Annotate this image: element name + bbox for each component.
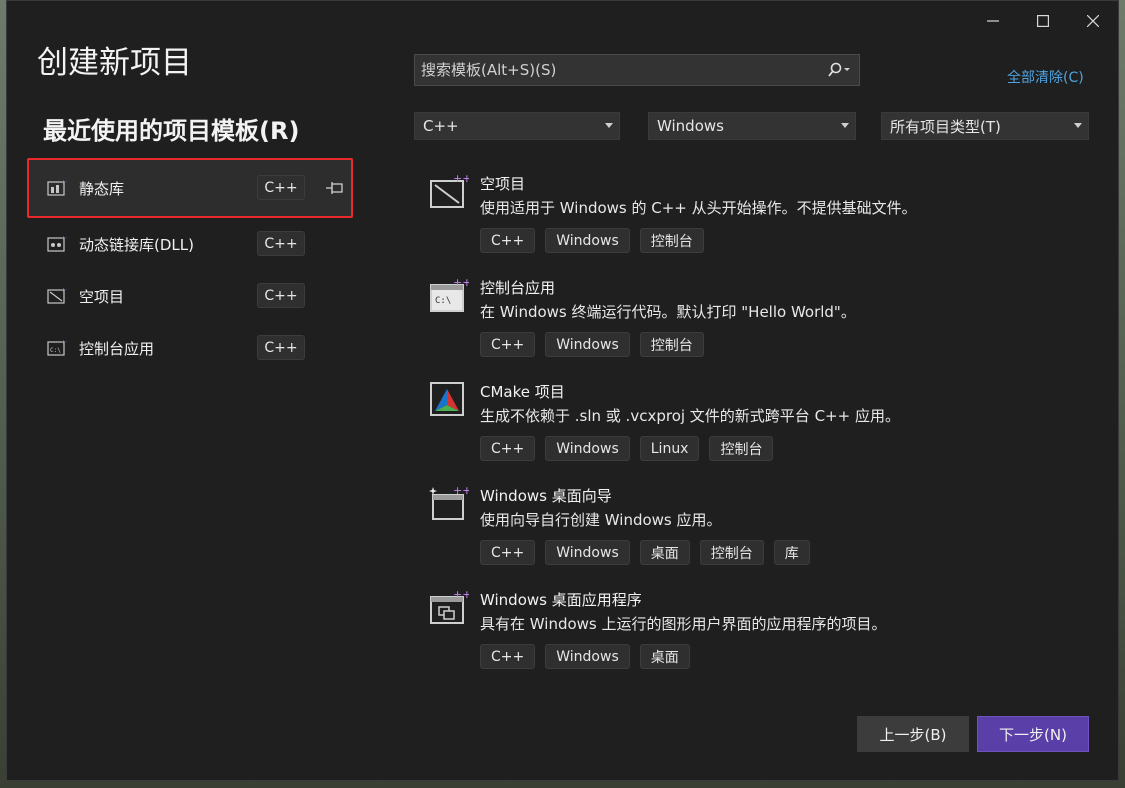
template-tag: C++ bbox=[480, 228, 536, 253]
template-description: 在 Windows 终端运行代码。默认打印 "Hello World"。 bbox=[480, 303, 856, 321]
svg-text:++: ++ bbox=[61, 339, 67, 346]
svg-text:++: ++ bbox=[453, 485, 469, 497]
search-icon[interactable] bbox=[819, 55, 859, 85]
template-description: 使用适用于 Windows 的 C++ 从头开始操作。不提供基础文件。 bbox=[480, 199, 917, 217]
svg-text:++: ++ bbox=[61, 235, 67, 242]
recent-item-label: 空项目 bbox=[79, 287, 125, 306]
project-type-filter-value: 所有项目类型(T) bbox=[890, 117, 1001, 136]
template-name: Windows 桌面应用程序 bbox=[480, 591, 642, 609]
cmake-icon bbox=[429, 381, 469, 417]
template-tags: C++ Windows 控制台 bbox=[480, 332, 704, 357]
template-name: 控制台应用 bbox=[480, 279, 556, 297]
template-tag: 桌面 bbox=[639, 540, 690, 565]
platform-filter-dropdown[interactable]: Windows bbox=[648, 112, 856, 140]
svg-text:++: ++ bbox=[61, 287, 67, 294]
chevron-down-icon bbox=[605, 123, 613, 128]
template-name: Windows 桌面向导 bbox=[480, 487, 612, 505]
template-tags: C++ Windows 桌面 bbox=[480, 644, 690, 669]
template-tag: 桌面 bbox=[639, 644, 690, 669]
template-name: 空项目 bbox=[480, 175, 526, 193]
close-icon[interactable] bbox=[1068, 1, 1118, 41]
console-app-icon: C:\++ bbox=[47, 338, 67, 358]
template-cmake-project[interactable]: CMake 项目 生成不依赖于 .sln 或 .vcxproj 文件的新式跨平台… bbox=[427, 377, 1107, 481]
dll-icon: ++ bbox=[47, 234, 67, 254]
template-tag: Windows bbox=[545, 228, 630, 253]
template-tag: Windows bbox=[545, 540, 630, 565]
empty-project-icon: ++ bbox=[47, 286, 67, 306]
template-tags: C++ Windows 控制台 bbox=[480, 228, 704, 253]
pin-icon[interactable] bbox=[325, 179, 345, 197]
template-tag: 控制台 bbox=[639, 332, 704, 357]
search-input[interactable] bbox=[415, 61, 819, 79]
platform-filter-value: Windows bbox=[657, 117, 724, 135]
template-tag: C++ bbox=[480, 644, 536, 669]
template-tag: Windows bbox=[545, 644, 630, 669]
desktop-app-icon: ++ bbox=[429, 588, 471, 625]
template-name: CMake 项目 bbox=[480, 383, 565, 401]
chevron-down-icon bbox=[841, 123, 849, 128]
desktop-wizard-icon: ++ bbox=[429, 484, 471, 521]
template-tag: 控制台 bbox=[639, 228, 704, 253]
recent-item-label: 控制台应用 bbox=[79, 339, 155, 358]
template-description: 使用向导自行创建 Windows 应用。 bbox=[480, 511, 722, 529]
template-desktop-wizard[interactable]: ++ Windows 桌面向导 使用向导自行创建 Windows 应用。 C++… bbox=[427, 481, 1107, 585]
template-tag: Windows bbox=[545, 332, 630, 357]
svg-text:C:\: C:\ bbox=[50, 347, 61, 354]
language-tag: C++ bbox=[257, 175, 305, 200]
template-empty-project[interactable]: ++ 空项目 使用适用于 Windows 的 C++ 从头开始操作。不提供基础文… bbox=[427, 169, 1107, 273]
template-search-box[interactable] bbox=[414, 54, 860, 86]
recent-item-label: 静态库 bbox=[79, 179, 125, 198]
template-tag: 库 bbox=[773, 540, 810, 565]
empty-project-icon: ++ bbox=[429, 172, 471, 209]
template-tag: C++ bbox=[480, 332, 536, 357]
template-tag: C++ bbox=[480, 540, 536, 565]
svg-text:C:\: C:\ bbox=[435, 296, 451, 306]
template-tags: C++ Windows Linux 控制台 bbox=[480, 436, 774, 461]
template-console-app[interactable]: C:\ ++ 控制台应用 在 Windows 终端运行代码。默认打印 "Hello… bbox=[427, 273, 1107, 377]
previous-button[interactable]: 上一步(B) bbox=[857, 716, 969, 752]
template-list: ++ 空项目 使用适用于 Windows 的 C++ 从头开始操作。不提供基础文… bbox=[427, 169, 1107, 689]
template-tag: 控制台 bbox=[709, 436, 774, 461]
svg-text:++: ++ bbox=[61, 179, 67, 186]
language-tag: C++ bbox=[257, 231, 305, 256]
template-description: 生成不依赖于 .sln 或 .vcxproj 文件的新式跨平台 C++ 应用。 bbox=[480, 407, 900, 425]
recent-item-console-app[interactable]: C:\++ 控制台应用 C++ bbox=[29, 322, 353, 374]
next-button[interactable]: 下一步(N) bbox=[977, 716, 1089, 752]
recent-item-static-library[interactable]: ++ 静态库 C++ bbox=[27, 158, 353, 218]
clear-all-link[interactable]: 全部清除(C) bbox=[1007, 67, 1084, 87]
template-tag: 控制台 bbox=[699, 540, 764, 565]
recent-item-label: 动态链接库(DLL) bbox=[79, 235, 194, 254]
chevron-down-icon bbox=[1074, 123, 1082, 128]
maximize-icon[interactable] bbox=[1018, 1, 1068, 41]
language-tag: C++ bbox=[257, 283, 305, 308]
recent-templates-heading: 最近使用的项目模板(R) bbox=[43, 117, 300, 145]
recent-templates-list: ++ 静态库 C++ ++ 动态链接库(DLL) C++ ++ 空项目 C++ … bbox=[27, 158, 353, 374]
create-project-window: 创建新项目 最近使用的项目模板(R) ++ 静态库 C++ ++ 动态链接库(D… bbox=[6, 0, 1119, 781]
minimize-icon[interactable] bbox=[968, 1, 1018, 41]
language-filter-value: C++ bbox=[423, 117, 459, 135]
language-tag: C++ bbox=[257, 335, 305, 360]
console-app-icon: C:\++ bbox=[429, 276, 471, 313]
template-tags: C++ Windows 桌面 控制台 库 bbox=[480, 540, 810, 565]
recent-item-empty-project[interactable]: ++ 空项目 C++ bbox=[29, 270, 353, 322]
template-tag: Linux bbox=[639, 436, 700, 461]
svg-text:++: ++ bbox=[453, 277, 469, 289]
template-tag: C++ bbox=[480, 436, 536, 461]
project-type-filter-dropdown[interactable]: 所有项目类型(T) bbox=[881, 112, 1089, 140]
page-title: 创建新项目 bbox=[37, 45, 192, 81]
svg-text:++: ++ bbox=[453, 589, 469, 601]
template-tag: Windows bbox=[545, 436, 630, 461]
svg-text:++: ++ bbox=[453, 173, 469, 185]
language-filter-dropdown[interactable]: C++ bbox=[414, 112, 620, 140]
window-controls bbox=[968, 1, 1118, 41]
recent-item-dll[interactable]: ++ 动态链接库(DLL) C++ bbox=[29, 218, 353, 270]
static-library-icon: ++ bbox=[47, 178, 67, 198]
template-desktop-app[interactable]: ++ Windows 桌面应用程序 具有在 Windows 上运行的图形用户界面… bbox=[427, 585, 1107, 689]
template-description: 具有在 Windows 上运行的图形用户界面的应用程序的项目。 bbox=[480, 615, 887, 633]
